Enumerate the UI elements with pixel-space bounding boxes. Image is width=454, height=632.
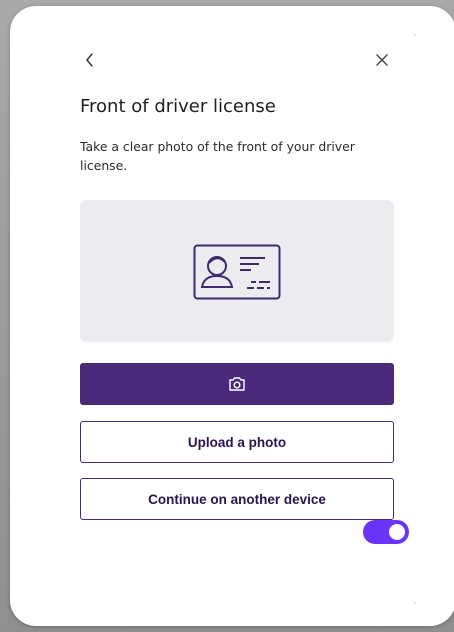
camera-icon — [229, 377, 245, 391]
page-title: Front of driver license — [80, 96, 276, 117]
photo-preview-area — [80, 200, 394, 342]
decorative-dot — [414, 602, 416, 604]
back-button[interactable] — [80, 50, 100, 70]
take-photo-button[interactable] — [80, 363, 394, 405]
toggle-knob — [389, 524, 405, 540]
toggle-switch[interactable] — [363, 520, 409, 544]
driver-license-icon — [193, 244, 281, 300]
close-button[interactable] — [372, 50, 392, 70]
close-icon — [376, 54, 388, 66]
chevron-left-icon — [86, 53, 93, 67]
decorative-dot — [414, 34, 416, 36]
continue-on-another-device-button[interactable]: Continue on another device — [80, 478, 394, 520]
instruction-text: Take a clear photo of the front of your … — [80, 139, 355, 173]
upload-photo-button[interactable]: Upload a photo — [80, 421, 394, 463]
